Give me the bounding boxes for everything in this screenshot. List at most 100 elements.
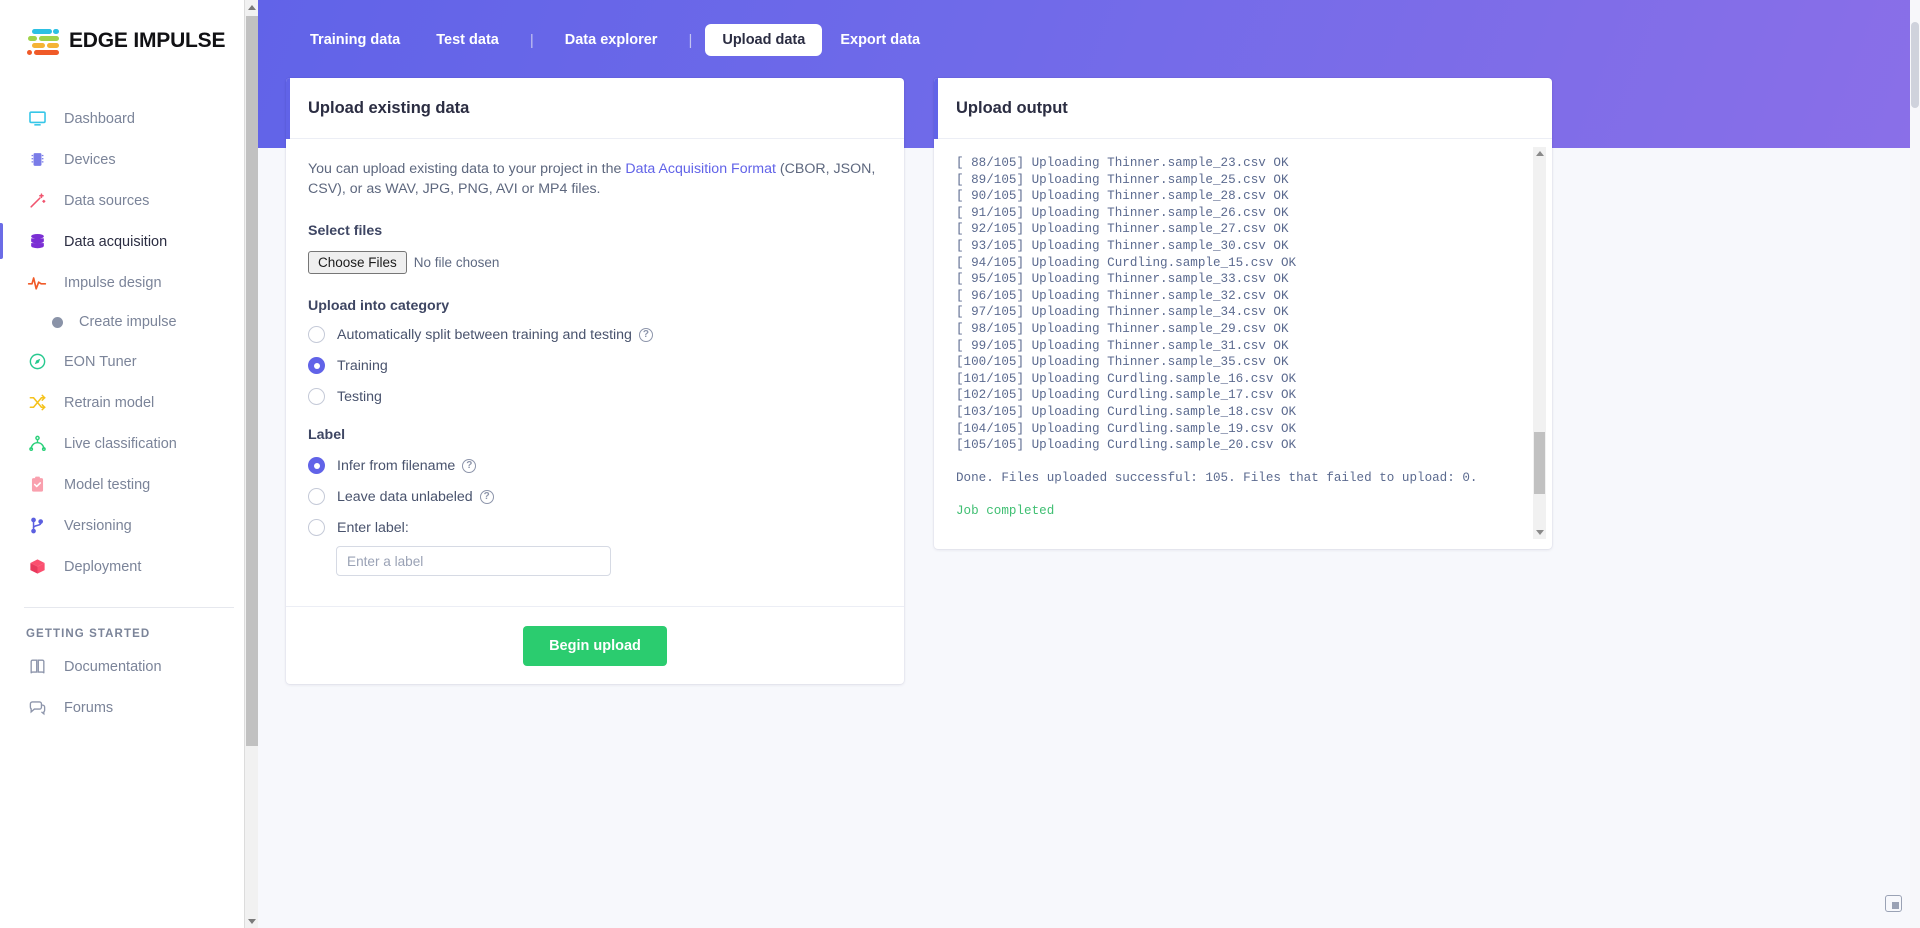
radio-label: Training	[337, 358, 388, 374]
console-line: [102/105] Uploading Curdling.sample_17.c…	[956, 388, 1297, 403]
database-icon	[26, 231, 48, 253]
choose-files-button[interactable]: Choose Files	[308, 251, 407, 275]
console-line: [ 89/105] Uploading Thinner.sample_25.cs…	[956, 172, 1289, 187]
console-line: [ 93/105] Uploading Thinner.sample_30.cs…	[956, 238, 1289, 253]
pulse-icon	[26, 272, 48, 294]
radio-label-text: Leave data unlabeled	[337, 488, 473, 505]
chat-icon	[26, 697, 48, 719]
radio-enter-label[interactable]: Enter label:	[308, 519, 882, 537]
sidebar-scrollbar-thumb[interactable]	[246, 16, 258, 746]
sidebar-item-eon-tuner[interactable]: EON Tuner	[0, 341, 258, 382]
radio-leave-data-unlabeled[interactable]: Leave data unlabeled ?	[308, 488, 882, 506]
radio-label: Testing	[337, 389, 382, 405]
file-input-row[interactable]: Choose Files No file chosen	[308, 251, 882, 275]
data-acquisition-format-link[interactable]: Data Acquisition Format	[625, 161, 776, 177]
radio-button-icon[interactable]	[308, 357, 325, 375]
brand-logo[interactable]: EDGE IMPULSE	[0, 0, 258, 55]
scroll-down-icon[interactable]	[245, 914, 258, 928]
console-line: [ 96/105] Uploading Thinner.sample_32.cs…	[956, 288, 1289, 303]
radio-infer-from-filename[interactable]: Infer from filename ?	[308, 457, 882, 475]
console-line: [ 91/105] Uploading Thinner.sample_26.cs…	[956, 205, 1289, 220]
console-line: [ 97/105] Uploading Thinner.sample_34.cs…	[956, 305, 1289, 320]
tab-separator: |	[688, 31, 693, 49]
content-columns: Upload existing data You can upload exis…	[286, 78, 1880, 685]
sidebar-item-live-classification[interactable]: Live classification	[0, 423, 258, 464]
clipboard-check-icon	[26, 474, 48, 496]
sidebar-item-data-sources[interactable]: Data sources	[0, 180, 258, 221]
main-scrollbar-thumb[interactable]	[1911, 22, 1919, 108]
cube-icon	[26, 556, 48, 578]
sidebar-item-deployment[interactable]: Deployment	[0, 546, 258, 587]
radio-button-icon[interactable]	[308, 488, 325, 506]
sidebar-item-create-impulse[interactable]: Create impulse	[0, 303, 258, 341]
tab-test-data[interactable]: Test data	[418, 24, 517, 56]
tab-upload-data[interactable]: Upload data	[705, 24, 823, 56]
select-files-label: Select files	[308, 223, 383, 240]
page-title: Upload existing data	[308, 98, 470, 117]
radio-training[interactable]: Training	[308, 357, 882, 375]
upload-output-card: Upload output [ 88/105] Uploading Thinne…	[934, 78, 1552, 549]
begin-upload-button[interactable]: Begin upload	[523, 625, 667, 666]
shuffle-icon	[26, 392, 48, 414]
radio-button-icon[interactable]	[308, 457, 325, 475]
sidebar-item-label: Data acquisition	[64, 233, 168, 250]
tab-training-data[interactable]: Training data	[292, 24, 418, 56]
radio-label: Automatically split between training and…	[337, 327, 653, 343]
radio-label-text: Enter label:	[337, 519, 409, 536]
radio-auto-split[interactable]: Automatically split between training and…	[308, 326, 882, 344]
console-scrollbar[interactable]	[1533, 147, 1546, 539]
upload-card-footer: Begin upload	[286, 606, 904, 684]
upload-output-console[interactable]: [ 88/105] Uploading Thinner.sample_23.cs…	[934, 149, 1552, 539]
radio-button-icon[interactable]	[308, 326, 325, 344]
sidebar-item-label: EON Tuner	[64, 353, 137, 370]
console-line: [104/105] Uploading Curdling.sample_19.c…	[956, 421, 1297, 436]
console-line: [ 98/105] Uploading Thinner.sample_29.cs…	[956, 321, 1289, 336]
sidebar-item-label: Forums	[64, 699, 114, 716]
sidebar-item-retrain-model[interactable]: Retrain model	[0, 382, 258, 423]
scroll-up-icon[interactable]	[245, 0, 258, 14]
console-line: [ 95/105] Uploading Thinner.sample_33.cs…	[956, 272, 1289, 287]
sidebar-item-devices[interactable]: Devices	[0, 139, 258, 180]
radio-button-icon[interactable]	[308, 519, 325, 537]
scroll-up-icon[interactable]	[1533, 147, 1546, 160]
radio-button-icon[interactable]	[308, 388, 325, 406]
output-card-header: Upload output	[934, 78, 1552, 139]
upload-card-body: You can upload existing data to your pro…	[286, 139, 904, 577]
tab-data-explorer[interactable]: Data explorer	[547, 24, 676, 56]
radio-label-text: Automatically split between training and…	[337, 326, 632, 343]
upload-into-category-label: Upload into category	[308, 298, 450, 315]
console-scrollbar-thumb[interactable]	[1534, 432, 1545, 494]
radio-label-text: Testing	[337, 388, 382, 405]
sidebar-item-model-testing[interactable]: Model testing	[0, 464, 258, 505]
sidebar-item-forums[interactable]: Forums	[0, 687, 258, 728]
sidebar-item-label: Retrain model	[64, 394, 155, 411]
sidebar-item-label: Data sources	[64, 192, 150, 209]
radio-label: Enter label:	[337, 520, 409, 536]
output-card-title: Upload output	[956, 98, 1068, 117]
sidebar-item-impulse-design[interactable]: Impulse design	[0, 262, 258, 303]
branch-icon	[26, 515, 48, 537]
help-icon[interactable]: ?	[638, 327, 653, 342]
wand-icon	[26, 190, 48, 212]
radio-testing[interactable]: Testing	[308, 388, 882, 406]
help-icon[interactable]: ?	[462, 458, 477, 473]
console-wrapper: [ 88/105] Uploading Thinner.sample_23.cs…	[934, 139, 1552, 549]
main-scrollbar[interactable]	[1910, 0, 1920, 928]
sidebar-item-documentation[interactable]: Documentation	[0, 646, 258, 687]
console-line: [ 92/105] Uploading Thinner.sample_27.cs…	[956, 222, 1289, 237]
compass-icon	[26, 351, 48, 373]
tab-export-data[interactable]: Export data	[822, 24, 938, 56]
label-input[interactable]	[336, 546, 611, 577]
sidebar-item-versioning[interactable]: Versioning	[0, 505, 258, 546]
help-icon[interactable]: ?	[479, 489, 494, 504]
dot-icon	[52, 316, 63, 328]
data-acquisition-tabs: Training data Test data | Data explorer …	[292, 24, 938, 56]
radio-label: Leave data unlabeled ?	[337, 489, 494, 505]
scroll-down-icon[interactable]	[1533, 526, 1546, 539]
sidebar-item-data-acquisition[interactable]: Data acquisition	[0, 221, 258, 262]
resize-handle-icon[interactable]	[1885, 895, 1902, 912]
sidebar-item-dashboard[interactable]: Dashboard	[0, 98, 258, 139]
sidebar-scrollbar[interactable]	[244, 0, 258, 928]
radio-label-text: Infer from filename	[337, 457, 456, 474]
sidebar-item-label: Versioning	[64, 517, 132, 534]
